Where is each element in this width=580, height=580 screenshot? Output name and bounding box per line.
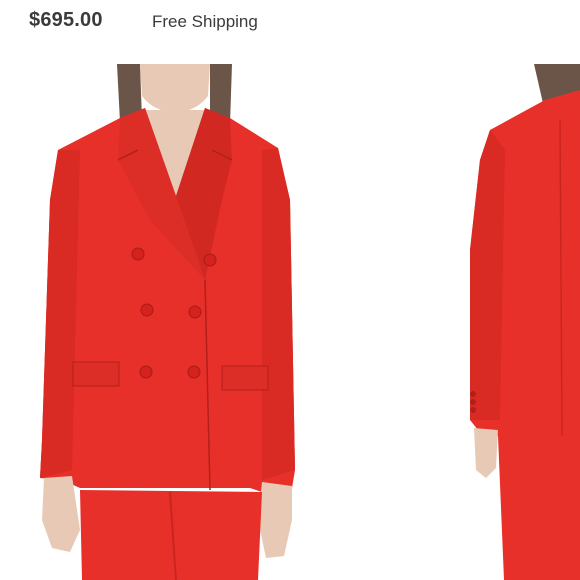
product-photo[interactable] xyxy=(0,44,580,580)
shipping-label: Free Shipping xyxy=(152,12,258,31)
listing-price: $695.00 xyxy=(29,9,103,31)
back-view-model xyxy=(470,64,580,580)
listing-header: $695.00 Free Shipping xyxy=(0,0,580,44)
front-view-model xyxy=(40,64,295,580)
